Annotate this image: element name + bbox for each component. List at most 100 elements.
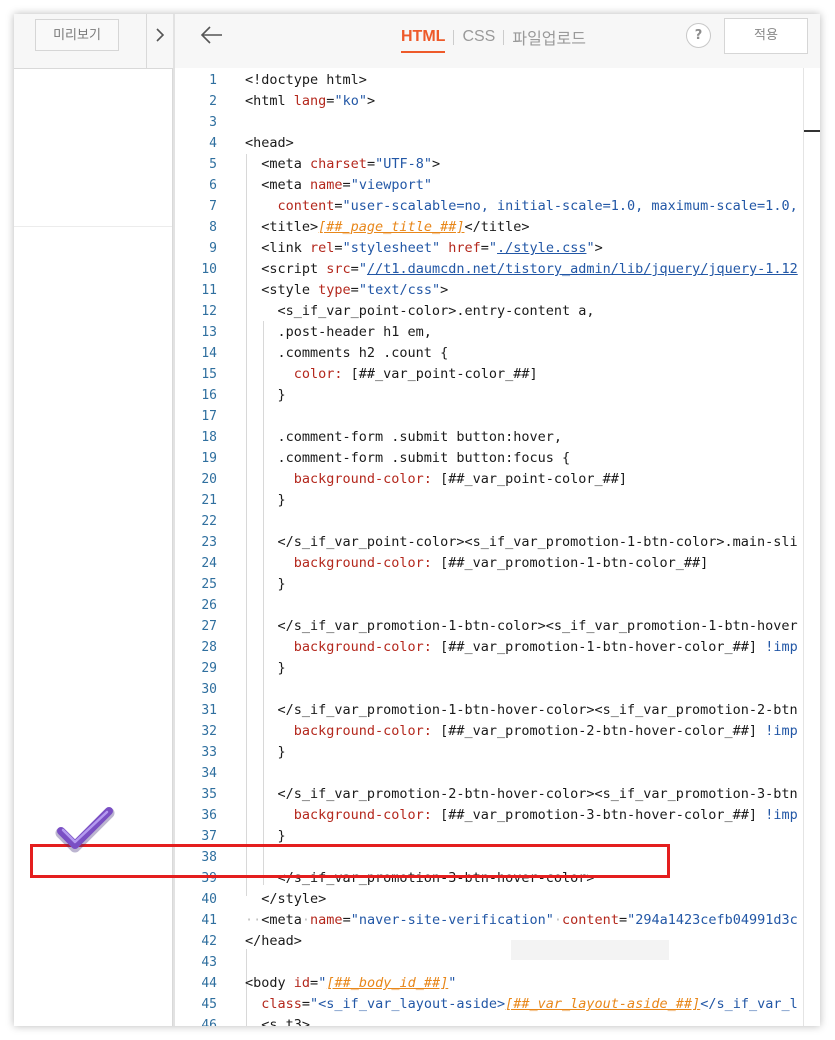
code-line[interactable]: 2 <html lang="ko"> <box>175 91 820 112</box>
code-line[interactable]: 5 <meta charset="UTF-8"> <box>175 154 820 175</box>
code-text: <meta name="viewport" <box>245 175 432 196</box>
line-number: 25 <box>201 577 217 592</box>
tab-html[interactable]: HTML <box>401 28 446 53</box>
scrollbar-track[interactable] <box>803 68 804 1026</box>
line-number: 15 <box>201 367 217 382</box>
code-line[interactable]: 12 <s_if_var_point-color>.entry-content … <box>175 301 820 322</box>
code-text: <meta charset="UTF-8"> <box>245 154 440 175</box>
line-number: 40 <box>201 892 217 907</box>
code-token: } <box>245 660 286 676</box>
code-token: = <box>350 261 359 277</box>
line-number: 45 <box>201 997 217 1012</box>
code-token: </style> <box>245 891 327 907</box>
code-token: <body <box>245 975 294 991</box>
line-number: 46 <box>201 1018 217 1026</box>
code-text: <link rel="stylesheet" href="./style.css… <box>245 238 602 259</box>
code-line[interactable]: 3 <box>175 112 820 133</box>
code-line[interactable]: 24 background-color: [##_var_promotion-1… <box>175 553 820 574</box>
arrow-left-icon[interactable] <box>200 24 224 46</box>
code-token: content <box>562 912 619 928</box>
code-line[interactable]: 33 } <box>175 742 820 763</box>
code-token: "naver-site-verification" <box>350 912 554 928</box>
code-line[interactable]: 44 <body id="[##_body_id_##]" <box>175 973 820 994</box>
code-line[interactable]: 28 background-color: [##_var_promotion-1… <box>175 637 820 658</box>
code-line[interactable]: 7 content="user-scalable=no, initial-sca… <box>175 196 820 217</box>
code-line[interactable]: 17 <box>175 406 820 427</box>
code-token: color: <box>245 366 351 382</box>
code-line[interactable]: 20 background-color: [##_var_point-color… <box>175 469 820 490</box>
line-number: 10 <box>201 262 217 277</box>
code-line[interactable]: 25 } <box>175 574 820 595</box>
code-line[interactable]: 40 </style> <box>175 889 820 910</box>
apply-button[interactable]: 적용 <box>724 18 808 54</box>
code-line[interactable]: 19 .comment-form .submit button:focus { <box>175 448 820 469</box>
code-text: .comment-form .submit button:focus { <box>245 448 571 469</box>
code-token: = <box>342 177 351 193</box>
code-line[interactable]: 4 <head> <box>175 133 820 154</box>
editor-tabs: HTML CSS 파일업로드 <box>401 25 586 53</box>
code-line[interactable]: 16 } <box>175 385 820 406</box>
code-text: content="user-scalable=no, initial-scale… <box>245 196 798 217</box>
code-line[interactable]: 41 ··<meta·name="naver-site-verification"… <box>175 910 820 931</box>
line-number: 18 <box>201 430 217 445</box>
code-token: <meta <box>261 912 302 928</box>
line-number: 5 <box>209 157 217 172</box>
code-token: = <box>342 912 351 928</box>
code-line[interactable]: 35 </s_if_var_promotion-2-btn-hover-colo… <box>175 784 820 805</box>
code-line[interactable]: 34 <box>175 763 820 784</box>
code-token: .comment-form .submit button:hover, <box>245 429 562 445</box>
code-line[interactable]: 42 </head> <box>175 931 820 952</box>
code-token: "UTF-8" <box>375 156 432 172</box>
code-line[interactable]: 29 } <box>175 658 820 679</box>
code-line[interactable]: 31 </s_if_var_promotion-1-btn-hover-colo… <box>175 700 820 721</box>
code-text: <title>[##_page_title_##]</title> <box>245 217 529 238</box>
line-number: 13 <box>201 325 217 340</box>
help-button[interactable]: ? <box>686 23 711 48</box>
code-line[interactable]: 45 class="<s_if_var_layout-aside>[##_var… <box>175 994 820 1015</box>
preview-divider <box>14 226 172 227</box>
code-line[interactable]: 18 .comment-form .submit button:hover, <box>175 427 820 448</box>
line-number: 20 <box>201 472 217 487</box>
code-token: } <box>245 387 286 403</box>
code-text: background-color: [##_var_promotion-3-bt… <box>245 805 798 826</box>
code-line[interactable]: 23 </s_if_var_point-color><s_if_var_prom… <box>175 532 820 553</box>
code-token: </s_if_var_promotion-1-btn-hover-color><… <box>245 702 798 718</box>
panel-toggle-button[interactable] <box>146 14 173 68</box>
code-line[interactable]: 6 <meta name="viewport" <box>175 175 820 196</box>
tab-css[interactable]: CSS <box>462 28 495 46</box>
code-line[interactable]: 1 <!doctype html> <box>175 70 820 91</box>
code-line[interactable]: 14 .comments h2 .count { <box>175 343 820 364</box>
code-line[interactable]: 21 } <box>175 490 820 511</box>
code-line[interactable]: 26 <box>175 595 820 616</box>
line-number: 29 <box>201 661 217 676</box>
code-line[interactable]: 30 <box>175 679 820 700</box>
code-token: <script <box>245 261 327 277</box>
code-line[interactable]: 11 <style type="text/css"> <box>175 280 820 301</box>
code-token: <meta <box>245 156 311 172</box>
tab-file-upload[interactable]: 파일업로드 <box>512 25 586 49</box>
code-line[interactable]: 43 <box>175 952 820 973</box>
line-number: 24 <box>201 556 217 571</box>
code-token: [##_var_promotion-1-btn-hover-color_##] <box>440 639 766 655</box>
line-number: 14 <box>201 346 217 361</box>
code-line[interactable]: 9 <link rel="stylesheet" href="./style.c… <box>175 238 820 259</box>
line-number: 31 <box>201 703 217 718</box>
code-line[interactable]: 22 <box>175 511 820 532</box>
code-line[interactable]: 36 background-color: [##_var_promotion-3… <box>175 805 820 826</box>
code-editor[interactable]: 1 <!doctype html> 2 <html lang="ko"> 3 4 <head… <box>175 68 820 1026</box>
code-line[interactable]: 15 color: [##_var_point-color_##] <box>175 364 820 385</box>
code-line[interactable]: 32 background-color: [##_var_promotion-2… <box>175 721 820 742</box>
code-line[interactable]: 10 <script src="//t1.daumcdn.net/tistory… <box>175 259 820 280</box>
scrollbar-thumb[interactable] <box>804 130 820 132</box>
code-text: <html lang="ko"> <box>245 91 375 112</box>
code-line[interactable]: 13 .post-header h1 em, <box>175 322 820 343</box>
line-number: 4 <box>209 136 217 151</box>
code-line[interactable]: 46 <s_t3> <box>175 1015 820 1026</box>
code-token: [##_var_layout-aside_##] <box>505 996 701 1012</box>
code-line[interactable]: 27 </s_if_var_promotion-1-btn-color><s_i… <box>175 616 820 637</box>
code-token: <title> <box>245 219 319 235</box>
code-line[interactable]: 8 <title>[##_page_title_##]</title> <box>175 217 820 238</box>
editor-toolbar: HTML CSS 파일업로드 ? 적용 <box>175 14 820 69</box>
preview-button[interactable]: 미리보기 <box>35 19 119 51</box>
code-token: } <box>245 744 286 760</box>
